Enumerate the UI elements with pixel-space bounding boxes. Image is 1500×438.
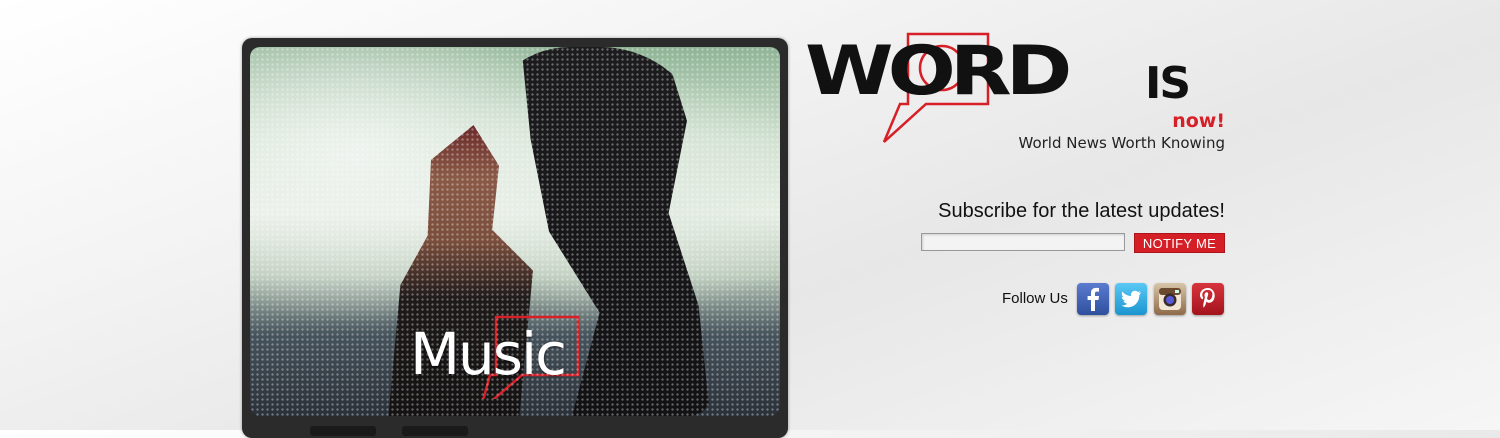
notify-me-button[interactable]: NOTIFY ME (1134, 233, 1225, 253)
category-tag[interactable]: Music (410, 309, 590, 399)
follow-us-label: Follow Us (1002, 290, 1068, 307)
site-logo[interactable]: WORD IS now! World News Worth Knowing (805, 30, 1225, 155)
slideshow-frame: Music (242, 38, 788, 438)
twitter-icon (1121, 290, 1141, 308)
slideshow-image[interactable]: Music (250, 47, 780, 416)
pinterest-icon (1200, 288, 1215, 308)
instagram-icon (1159, 288, 1181, 310)
logo-word: WORD (805, 32, 1072, 111)
subscribe-heading: Subscribe for the latest updates! (938, 200, 1225, 222)
facebook-icon (1087, 287, 1099, 311)
slideshow-tab[interactable] (402, 426, 468, 436)
slideshow-tab[interactable] (310, 426, 376, 436)
email-field[interactable] (921, 233, 1125, 251)
facebook-button[interactable] (1077, 283, 1109, 315)
dancer-figure (521, 47, 710, 416)
instagram-button[interactable] (1154, 283, 1186, 315)
category-label: Music (410, 320, 567, 388)
logo-tagline: World News Worth Knowing (1018, 134, 1226, 152)
logo-is: IS (1145, 58, 1191, 109)
speech-bubble-icon (482, 315, 580, 399)
twitter-button[interactable] (1115, 283, 1147, 315)
logo-now: now! (1172, 110, 1225, 132)
singer-figure (388, 125, 533, 416)
pinterest-button[interactable] (1192, 283, 1224, 315)
